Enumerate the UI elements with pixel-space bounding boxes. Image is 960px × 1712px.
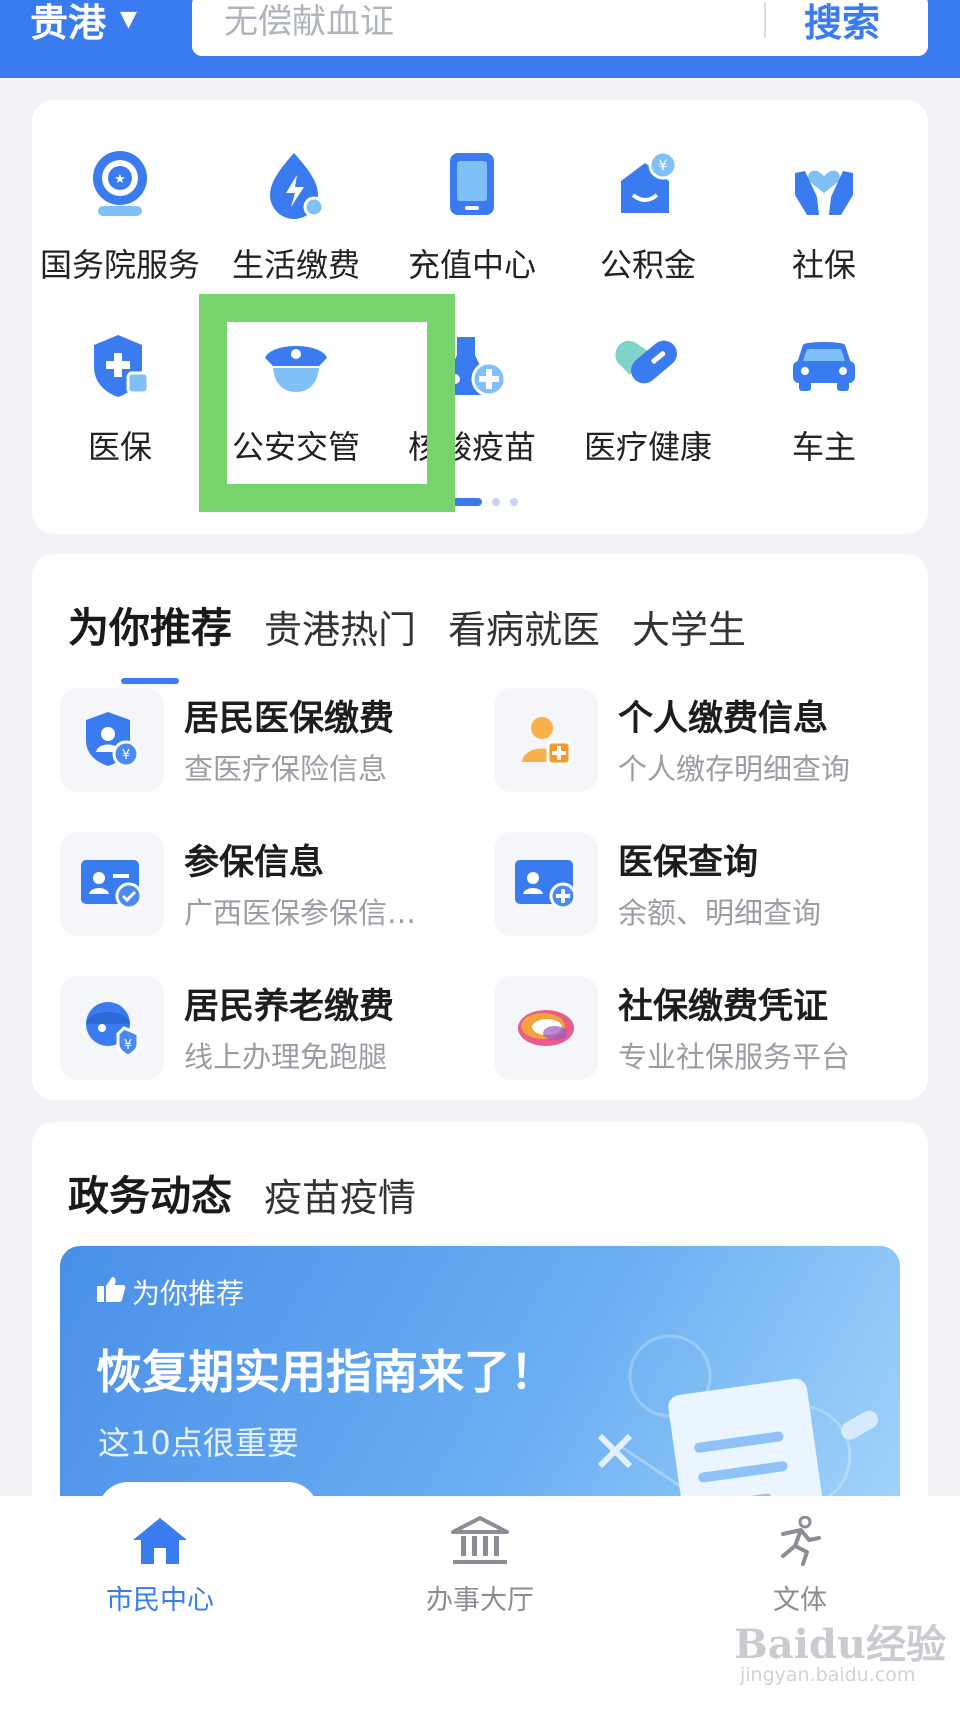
social-voucher-icon <box>494 976 598 1080</box>
phone-topup-icon <box>434 146 510 222</box>
tab-government-news[interactable]: 政务动态 <box>68 1162 232 1252</box>
service-label: 充值中心 <box>407 246 536 284</box>
home-icon <box>131 1516 189 1570</box>
rec-item-subtitle: 线上办理免跑腿 <box>184 1040 388 1074</box>
service-state-council[interactable]: ★ 国务院服务 <box>32 146 208 286</box>
watermark-url: jingyan.baidu.com <box>740 1664 916 1686</box>
rec-item-title: 居民养老缴费 <box>184 987 395 1027</box>
rec-item-subtitle: 查医疗保险信息 <box>184 752 388 786</box>
page-dot-active <box>452 498 482 506</box>
service-label: 社保 <box>791 246 856 284</box>
nav-culture-sports[interactable]: 文体 <box>710 1515 890 1617</box>
service-police-traffic[interactable]: 公安交管 <box>208 328 384 468</box>
tab-college[interactable]: 大学生 <box>632 599 746 654</box>
police-cap-icon <box>258 328 334 404</box>
search-button[interactable]: 搜索 <box>804 0 880 45</box>
rec-item-subtitle: 广西医保参保信… <box>184 896 417 930</box>
health-icon <box>610 328 686 404</box>
service-car-owner[interactable]: 车主 <box>736 328 912 468</box>
page-dot <box>510 498 518 506</box>
caret-down-icon[interactable]: ▼ <box>120 7 137 32</box>
utility-bill-icon <box>258 146 334 222</box>
tab-vaccine-epidemic[interactable]: 疫苗疫情 <box>264 1167 416 1222</box>
rec-item-subtitle: 专业社保服务平台 <box>618 1040 851 1074</box>
sports-icon <box>771 1515 829 1570</box>
services-card: ★ 国务院服务 生活缴费 充值中心 ¥ 公积金 社保 医保 公安交管 核酸疫苗 … <box>32 100 928 534</box>
search-divider <box>764 2 766 38</box>
svg-text:★: ★ <box>114 172 126 187</box>
svg-text:¥: ¥ <box>122 748 130 763</box>
rec-item-title: 个人缴费信息 <box>618 699 829 739</box>
banner-title: 恢复期实用指南来了！ <box>96 1345 556 1399</box>
news-tabs: 政务动态 疫苗疫情 <box>68 1162 448 1252</box>
top-header: 贵港 ▼ 搜索 <box>0 0 960 78</box>
service-utility-bill[interactable]: 生活缴费 <box>208 146 384 286</box>
service-label: 公积金 <box>599 246 696 284</box>
vaccine-icon <box>434 328 510 404</box>
banner-tag: 为你推荐 <box>96 1272 244 1312</box>
nav-label: 办事大厅 <box>426 1585 534 1616</box>
medical-insurance-icon <box>82 328 158 404</box>
banner-subtitle: 这10点很重要 <box>98 1424 299 1462</box>
insurance-query-icon <box>494 832 598 936</box>
page-dot <box>492 498 500 506</box>
recommend-card: 为你推荐 贵港热门 看病就医 大学生 ¥ 居民医保缴费 查医疗保险信息 个人缴费… <box>32 554 928 1100</box>
service-label: 生活缴费 <box>231 246 360 284</box>
service-label: 国务院服务 <box>39 246 200 284</box>
page-indicator <box>452 498 518 506</box>
nav-citizen-center[interactable]: 市民中心 <box>70 1516 250 1617</box>
rec-item-personal-payment[interactable]: 个人缴费信息 个人缴存明细查询 <box>494 688 914 792</box>
banner-tag-text: 为你推荐 <box>132 1277 245 1310</box>
service-vaccine[interactable]: 核酸疫苗 <box>384 328 560 468</box>
pension-payment-icon: ¥ <box>60 976 164 1080</box>
rec-item-insurance-query[interactable]: 医保查询 余额、明细查询 <box>494 832 914 936</box>
state-council-icon: ★ <box>82 146 158 222</box>
personal-payment-icon <box>494 688 598 792</box>
service-label: 公安交管 <box>231 428 360 466</box>
rec-item-title: 参保信息 <box>184 843 325 883</box>
svg-text:¥: ¥ <box>124 1038 132 1053</box>
recommend-tabs: 为你推荐 贵港热门 看病就医 大学生 <box>68 594 778 684</box>
thumbs-up-icon <box>96 1275 126 1310</box>
service-housing-fund[interactable]: ¥ 公积金 <box>560 146 736 286</box>
service-health[interactable]: 医疗健康 <box>560 328 736 468</box>
service-label: 医疗健康 <box>583 428 712 466</box>
rec-item-title: 居民医保缴费 <box>184 699 395 739</box>
rec-item-pension-payment[interactable]: ¥ 居民养老缴费 线上办理免跑腿 <box>60 976 480 1080</box>
rec-item-title: 社保缴费凭证 <box>618 987 829 1027</box>
service-label: 车主 <box>791 428 856 466</box>
tab-guigang-hot[interactable]: 贵港热门 <box>264 599 416 654</box>
nav-label: 市民中心 <box>106 1585 214 1616</box>
nav-service-hall[interactable]: 办事大厅 <box>390 1516 570 1617</box>
search-input[interactable] <box>224 2 744 42</box>
rec-item-subtitle: 个人缴存明细查询 <box>618 752 851 786</box>
housing-fund-icon: ¥ <box>610 146 686 222</box>
city-selector[interactable]: 贵港 ▼ <box>30 0 137 47</box>
service-social-security[interactable]: 社保 <box>736 146 912 286</box>
rec-item-social-voucher[interactable]: 社保缴费凭证 专业社保服务平台 <box>494 976 914 1080</box>
tab-medical[interactable]: 看病就医 <box>448 599 600 654</box>
rec-item-medical-payment[interactable]: ¥ 居民医保缴费 查医疗保险信息 <box>60 688 480 792</box>
medical-payment-icon: ¥ <box>60 688 164 792</box>
tab-recommend[interactable]: 为你推荐 <box>68 594 232 684</box>
service-label: 核酸疫苗 <box>407 428 536 466</box>
svg-text:¥: ¥ <box>659 158 668 174</box>
service-phone-topup[interactable]: 充值中心 <box>384 146 560 286</box>
rec-item-title: 医保查询 <box>618 843 759 883</box>
car-icon <box>786 328 862 404</box>
rec-item-insurance-info[interactable]: 参保信息 广西医保参保信… <box>60 832 480 936</box>
search-box[interactable]: 搜索 <box>192 0 928 56</box>
service-label: 医保 <box>87 428 152 466</box>
social-security-icon <box>786 146 862 222</box>
insurance-info-icon <box>60 832 164 936</box>
city-name[interactable]: 贵港 <box>30 0 106 47</box>
service-medical-insurance[interactable]: 医保 <box>32 328 208 468</box>
watermark-logo: Baidu经验 <box>734 1621 946 1668</box>
hall-icon <box>451 1516 509 1570</box>
rec-item-subtitle: 余额、明细查询 <box>618 896 822 930</box>
